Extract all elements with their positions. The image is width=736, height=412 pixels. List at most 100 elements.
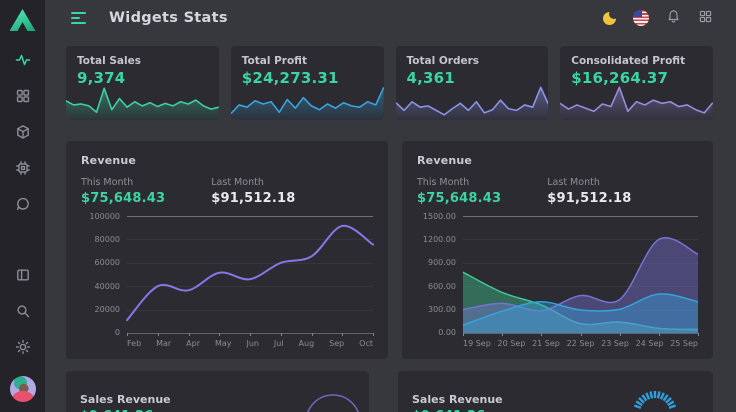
topbar-actions: [603, 9, 713, 28]
revenue-panel-daily: Revenue This Month $75,648.43 Last Month…: [402, 141, 713, 359]
line-chart-plot: [127, 216, 373, 333]
line-chart: 100000800006000040000200000 FebMarAprMay…: [81, 216, 373, 349]
stat-amount: $75,648.43: [417, 191, 501, 206]
gear-icon: [15, 339, 31, 359]
sidebar-item-widgets[interactable]: [8, 83, 38, 113]
this-month-stat: This Month $75,648.43: [81, 177, 165, 206]
y-tick-label: 1200.00: [423, 235, 456, 244]
x-tick-label: Apr: [186, 339, 200, 349]
area-chart: 1500.001200.00900.00600.00300.000.00 19 …: [417, 216, 698, 349]
revenue-row: Revenue This Month $75,648.43 Last Month…: [66, 141, 713, 359]
sidebar-item-dashboard[interactable]: [8, 47, 38, 77]
x-tick-label: 23 Sep: [601, 339, 629, 349]
gauge-ticks-chart: [398, 371, 713, 412]
x-tick-label: 20 Sep: [498, 339, 526, 349]
stat-amount: $75,648.43: [81, 191, 165, 206]
y-tick-label: 80000: [95, 235, 120, 244]
bell-icon: [666, 9, 681, 28]
stat-value: $16,264.37: [571, 69, 702, 87]
sidebar-item-search[interactable]: [8, 298, 38, 328]
layout-icon: [15, 267, 31, 287]
x-tick-label: Feb: [127, 339, 141, 349]
y-tick-label: 60000: [95, 258, 120, 267]
cube-icon: [15, 124, 31, 144]
sidebar-item-settings[interactable]: [8, 334, 38, 364]
this-month-stat: This Month $75,648.43: [417, 177, 501, 206]
stat-value: 4,361: [407, 69, 538, 87]
stat-value: 9,374: [77, 69, 208, 87]
panel-title: Revenue: [417, 154, 698, 167]
stat-label: Consolidated Profit: [571, 55, 702, 67]
sidebar-item-layouts[interactable]: [8, 262, 38, 292]
activity-icon: [15, 52, 31, 72]
last-month-stat: Last Month $91,512.18: [211, 177, 295, 206]
stat-label: Total Profit: [242, 55, 373, 67]
stat-card-total-orders: Total Orders 4,361: [396, 46, 549, 120]
page-title: Widgets Stats: [109, 10, 228, 26]
sidebar-item-components[interactable]: [8, 155, 38, 185]
stat-amount: $91,512.18: [211, 191, 295, 206]
revenue-stats: This Month $75,648.43 Last Month $91,512…: [81, 177, 373, 206]
sales-revenue-card-gauge: Sales Revenue $9,641.26: [66, 371, 369, 412]
sparkline-chart: [231, 86, 384, 120]
sparkline-chart: [66, 86, 219, 120]
x-tick-label: 24 Sep: [636, 339, 664, 349]
x-tick-label: 19 Sep: [463, 339, 491, 349]
y-tick-label: 100000: [89, 212, 120, 221]
stat-caption: This Month: [417, 177, 501, 188]
apps-menu-button[interactable]: [698, 9, 713, 28]
x-tick-label: Aug: [299, 339, 315, 349]
x-tick-label: 21 Sep: [532, 339, 560, 349]
x-tick-label: Mar: [156, 339, 171, 349]
dark-mode-toggle[interactable]: [603, 12, 616, 25]
moon-icon: [603, 12, 616, 25]
chip-icon: [15, 160, 31, 180]
area-chart-plot: [463, 216, 698, 333]
y-tick-label: 900.00: [428, 258, 456, 267]
x-tick-label: 22 Sep: [567, 339, 595, 349]
topbar: Widgets Stats: [45, 0, 736, 36]
stat-cards-row: Total Sales 9,374 Total Profit $24,273.3…: [66, 46, 713, 120]
y-tick-label: 20000: [95, 305, 120, 314]
x-tick-label: Sep: [329, 339, 344, 349]
gauge-arc-chart: [66, 371, 369, 412]
revenue-stats: This Month $75,648.43 Last Month $91,512…: [417, 177, 698, 206]
stat-label: Total Orders: [407, 55, 538, 67]
sidebar-item-chat[interactable]: [8, 191, 38, 221]
main-area: Widgets Stats Total Sales 9,374: [45, 0, 736, 412]
x-tick-label: 25 Sep: [670, 339, 698, 349]
x-tick-label: Jul: [274, 339, 284, 349]
sidebar-item-packages[interactable]: [8, 119, 38, 149]
panel-title: Revenue: [81, 154, 373, 167]
y-axis-labels: 100000800006000040000200000: [81, 212, 127, 337]
sales-revenue-row: Sales Revenue $9,641.26 Sales Revenue $9…: [66, 371, 713, 412]
x-tick-label: Jun: [246, 339, 259, 349]
stat-card-total-profit: Total Profit $24,273.31: [231, 46, 384, 120]
app-logo[interactable]: [10, 9, 36, 31]
revenue-panel-monthly: Revenue This Month $75,648.43 Last Month…: [66, 141, 388, 359]
stat-card-total-sales: Total Sales 9,374: [66, 46, 219, 120]
language-selector[interactable]: [633, 10, 649, 26]
chat-icon: [15, 196, 31, 216]
y-tick-label: 1500.00: [423, 212, 456, 221]
y-tick-label: 40000: [95, 282, 120, 291]
y-axis-labels: 1500.001200.00900.00600.00300.000.00: [417, 212, 463, 337]
stat-card-consolidated-profit: Consolidated Profit $16,264.37: [560, 46, 713, 120]
user-avatar[interactable]: [10, 376, 36, 402]
us-flag-icon: [633, 10, 649, 26]
sparkline-chart: [396, 86, 549, 120]
notifications-button[interactable]: [666, 9, 681, 28]
hamburger-menu-icon[interactable]: [71, 12, 87, 24]
y-tick-label: 600.00: [428, 282, 456, 291]
x-tick-label: Oct: [359, 339, 373, 349]
dashboard-page: Widgets Stats Total Sales 9,374: [0, 0, 736, 412]
stat-caption: This Month: [81, 177, 165, 188]
last-month-stat: Last Month $91,512.18: [547, 177, 631, 206]
stat-amount: $91,512.18: [547, 191, 631, 206]
apps-grid-icon: [698, 9, 713, 28]
stat-caption: Last Month: [211, 177, 295, 188]
stat-caption: Last Month: [547, 177, 631, 188]
stat-value: $24,273.31: [242, 69, 373, 87]
sparkline-chart: [560, 86, 713, 120]
y-tick-label: 300.00: [428, 305, 456, 314]
